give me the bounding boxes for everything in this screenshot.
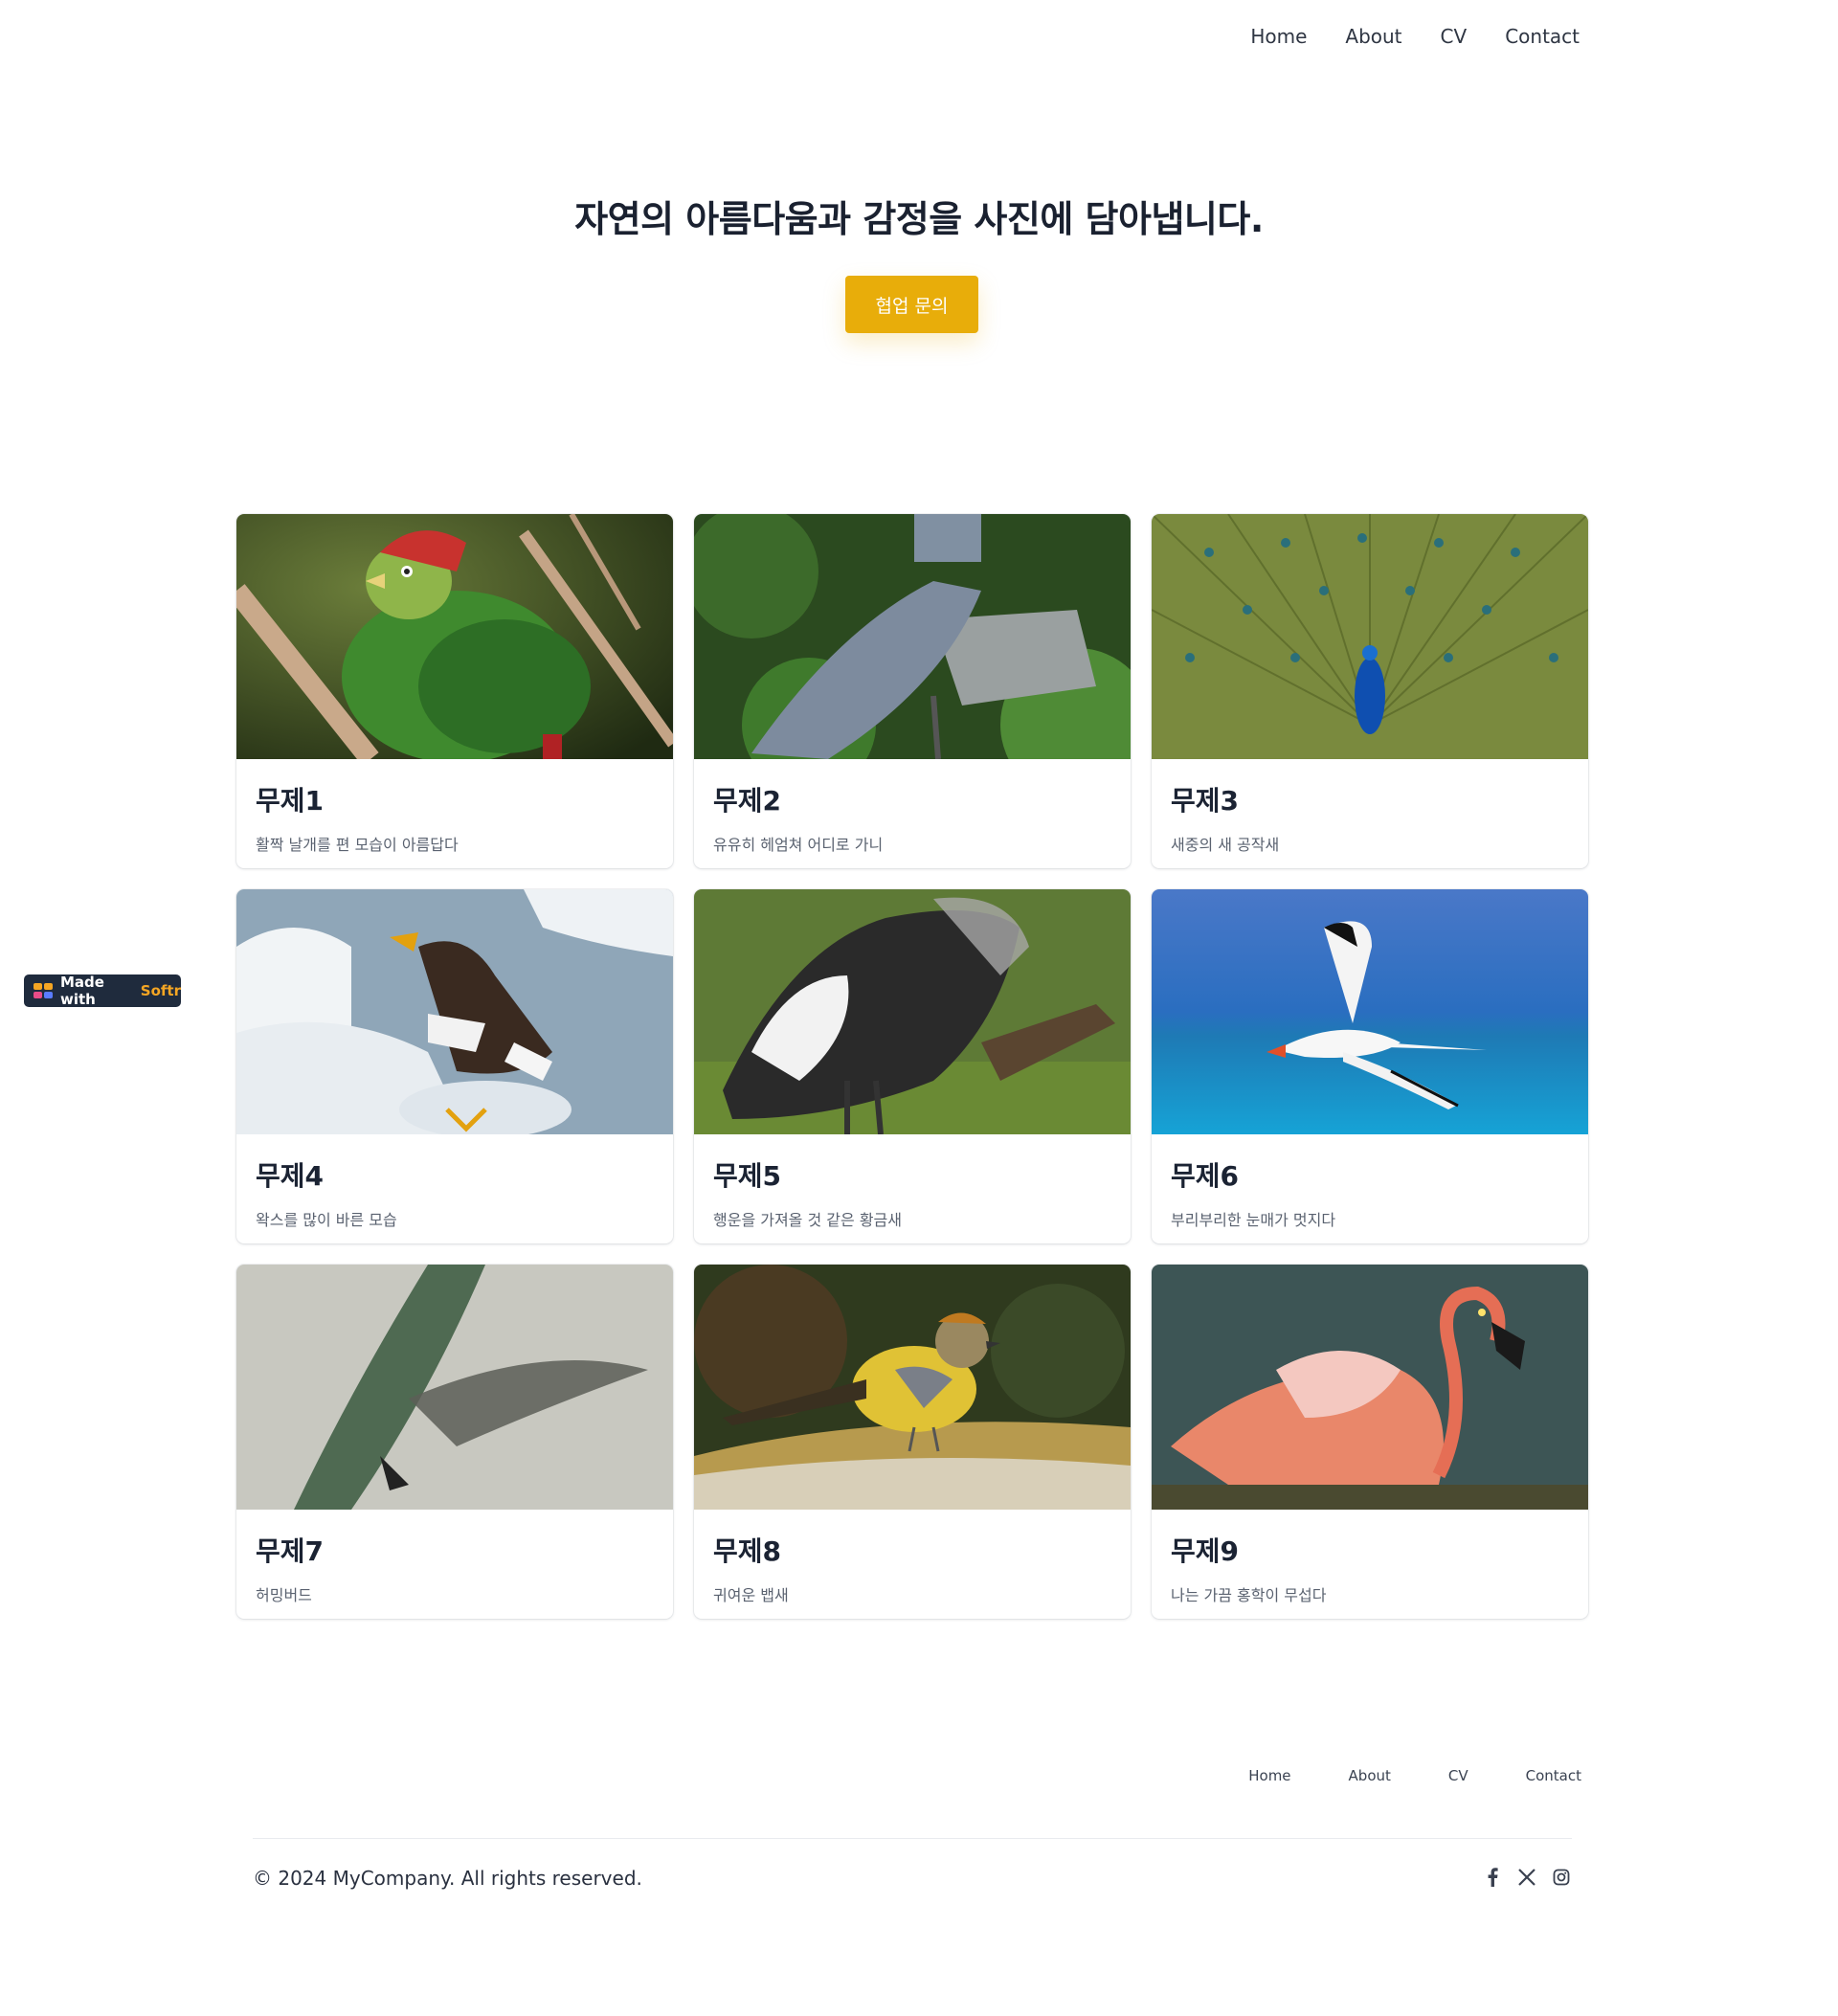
peacock-photo — [1152, 514, 1588, 759]
footer-nav-cv[interactable]: CV — [1448, 1767, 1468, 1784]
card-description: 유유히 헤엄쳐 어디로 가니 — [713, 836, 884, 854]
softr-logo-icon — [34, 983, 53, 998]
nav-contact[interactable]: Contact — [1505, 25, 1580, 48]
turaco-photo — [236, 514, 673, 759]
footer-nav-about[interactable]: About — [1349, 1767, 1391, 1784]
card-description: 새중의 새 공작새 — [1171, 836, 1280, 854]
badge-prefix: Made with — [60, 974, 104, 1008]
collaboration-inquiry-button[interactable]: 협업 문의 — [845, 276, 978, 333]
sea-eagle-photo — [236, 889, 673, 1134]
gallery-card[interactable]: 무제6 부리부리한 눈매가 멋지다 — [1152, 889, 1588, 1243]
card-title: 무제7 — [256, 1535, 325, 1567]
footer-nav-contact[interactable]: Contact — [1526, 1767, 1581, 1784]
gallery-grid: 무제1 활짝 날개를 편 모습이 아름답다 무제2 유유히 헤엄쳐 어디로 가니 — [236, 514, 1588, 1619]
gallery-card[interactable]: 무제1 활짝 날개를 편 모습이 아름답다 — [236, 514, 673, 868]
gallery-card[interactable]: 무제3 새중의 새 공작새 — [1152, 514, 1588, 868]
facebook-icon[interactable] — [1482, 1867, 1503, 1888]
tropicbird-photo — [1152, 889, 1588, 1134]
card-description: 부리부리한 눈매가 멋지다 — [1171, 1211, 1336, 1229]
card-title: 무제8 — [713, 1535, 782, 1567]
hummingbird-photo — [236, 1265, 673, 1510]
crowned-crane-photo — [694, 889, 1131, 1134]
card-title: 무제5 — [713, 1160, 782, 1192]
card-title: 무제4 — [256, 1160, 325, 1192]
social-links — [1482, 1867, 1572, 1888]
gallery-card[interactable]: 무제5 행운을 가져올 것 같은 황금새 — [694, 889, 1131, 1243]
footer-divider — [253, 1838, 1572, 1839]
gallery-card[interactable]: 무제8 귀여운 뱁새 — [694, 1265, 1131, 1619]
card-description: 허밍버드 — [256, 1586, 312, 1604]
card-title: 무제3 — [1171, 785, 1240, 817]
hero-title: 자연의 아름다움과 감정을 사진에 담아냅니다. — [574, 198, 1264, 240]
top-nav: Home About CV Contact — [1250, 25, 1580, 48]
flamingo-photo — [1152, 1265, 1588, 1510]
gallery-card[interactable]: 무제4 왁스를 많이 바른 모습 — [236, 889, 673, 1243]
card-description: 행운을 가져올 것 같은 황금새 — [713, 1211, 902, 1229]
badge-brand: Softr — [140, 982, 181, 999]
nav-about[interactable]: About — [1345, 25, 1401, 48]
card-title: 무제2 — [713, 785, 782, 817]
card-description: 활짝 날개를 편 모습이 아름답다 — [256, 836, 459, 854]
x-icon[interactable] — [1516, 1867, 1537, 1888]
yellow-bird-photo — [694, 1265, 1131, 1510]
shoebill-photo — [694, 514, 1131, 759]
copyright-text: © 2024 MyCompany. All rights reserved. — [253, 1867, 642, 1890]
gallery-card[interactable]: 무제9 나는 가끔 홍학이 무섭다 — [1152, 1265, 1588, 1619]
instagram-icon[interactable] — [1551, 1867, 1572, 1888]
card-description: 나는 가끔 홍학이 무섭다 — [1171, 1586, 1327, 1604]
footer-nav-home[interactable]: Home — [1248, 1767, 1290, 1784]
card-description: 귀여운 뱁새 — [713, 1586, 789, 1604]
nav-cv[interactable]: CV — [1441, 25, 1468, 48]
gallery-card[interactable]: 무제2 유유히 헤엄쳐 어디로 가니 — [694, 514, 1131, 868]
card-description: 왁스를 많이 바른 모습 — [256, 1211, 397, 1229]
nav-home[interactable]: Home — [1250, 25, 1307, 48]
gallery-card[interactable]: 무제7 허밍버드 — [236, 1265, 673, 1619]
made-with-softr-badge[interactable]: Made with Softr — [24, 974, 181, 1008]
card-title: 무제6 — [1171, 1160, 1240, 1192]
card-title: 무제9 — [1171, 1535, 1240, 1567]
footer-nav: Home About CV Contact — [1248, 1767, 1581, 1784]
card-title: 무제1 — [256, 785, 325, 817]
